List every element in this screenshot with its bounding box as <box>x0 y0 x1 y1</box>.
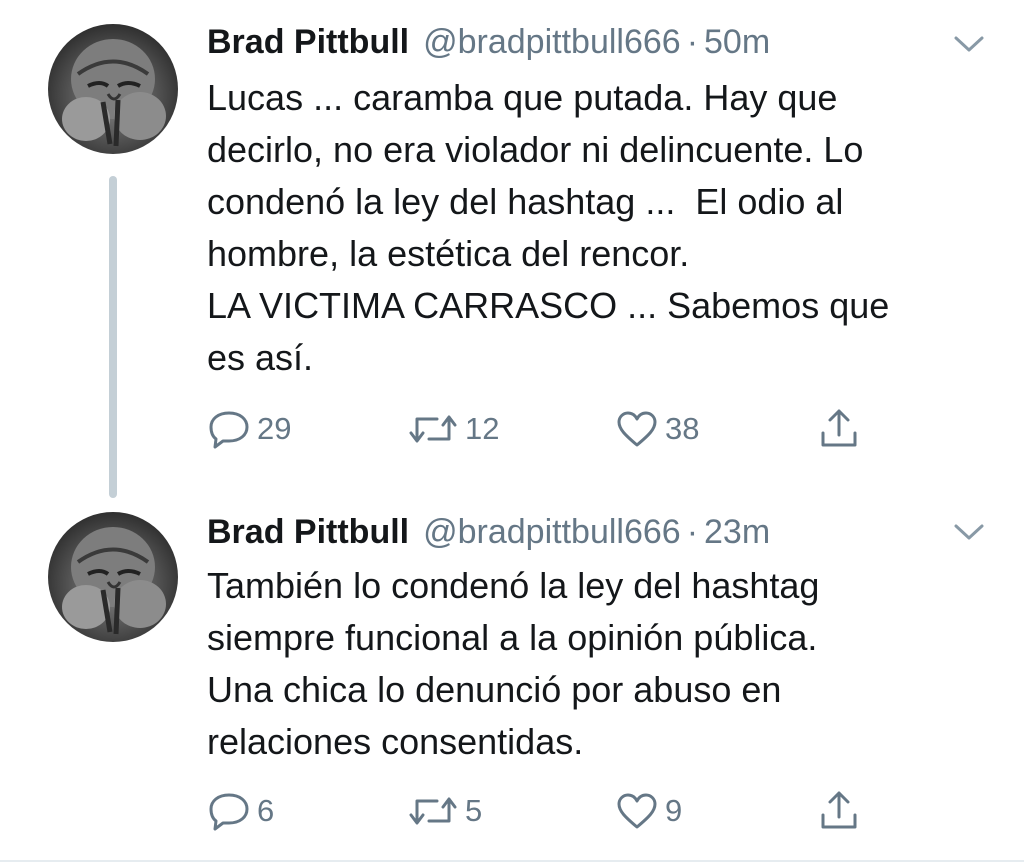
chevron-down-icon[interactable] <box>952 34 986 54</box>
share-button[interactable] <box>817 404 861 454</box>
heart-icon <box>615 409 659 449</box>
reply-icon <box>207 791 251 831</box>
share-button[interactable] <box>817 786 861 836</box>
username[interactable]: @bradpittbull666 <box>423 20 681 64</box>
tweet-text: También lo condenó la ley del hashtag si… <box>207 565 820 762</box>
display-name[interactable]: Brad Pittbull <box>207 20 409 64</box>
tweet-text: Lucas ... caramba que putada. Hay que de… <box>207 77 890 378</box>
like-count: 38 <box>665 411 700 446</box>
like-button[interactable]: 9 <box>615 786 682 836</box>
tweet-actions: 29 12 38 <box>207 404 887 454</box>
separator-dot: · <box>686 23 699 61</box>
reply-icon <box>207 409 251 449</box>
reply-button[interactable]: 29 <box>207 404 291 454</box>
avatar-photo <box>62 39 166 147</box>
tweet-header: Brad Pittbull @bradpittbull666 · 50m <box>207 20 770 64</box>
avatar[interactable] <box>48 512 178 642</box>
tweet[interactable]: Brad Pittbull @bradpittbull666 · 23m Tam… <box>0 500 1024 862</box>
reply-count: 6 <box>257 793 275 828</box>
reply-count: 29 <box>257 411 292 446</box>
retweet-button[interactable]: 12 <box>407 404 499 454</box>
display-name[interactable]: Brad Pittbull <box>207 510 409 554</box>
tweet[interactable]: Brad Pittbull @bradpittbull666 · 50m Luc… <box>0 0 1024 500</box>
retweet-icon <box>407 791 459 831</box>
heart-icon <box>615 791 659 831</box>
tweet-header: Brad Pittbull @bradpittbull666 · 23m <box>207 510 770 554</box>
tweet-actions: 6 5 9 <box>207 786 887 836</box>
reply-button[interactable]: 6 <box>207 786 274 836</box>
retweet-count: 12 <box>465 411 500 446</box>
retweet-count: 5 <box>465 793 483 828</box>
separator-dot: · <box>686 513 699 551</box>
retweet-icon <box>407 409 459 449</box>
like-button[interactable]: 38 <box>615 404 699 454</box>
timestamp[interactable]: 23m <box>704 510 770 554</box>
like-count: 9 <box>665 793 683 828</box>
avatar[interactable] <box>48 24 178 154</box>
username[interactable]: @bradpittbull666 <box>423 510 681 554</box>
share-icon <box>817 407 861 451</box>
retweet-button[interactable]: 5 <box>407 786 482 836</box>
timestamp[interactable]: 50m <box>704 20 770 64</box>
share-icon <box>817 789 861 833</box>
chevron-down-icon[interactable] <box>952 522 986 542</box>
avatar-photo <box>62 527 166 635</box>
thread-line <box>109 176 117 498</box>
